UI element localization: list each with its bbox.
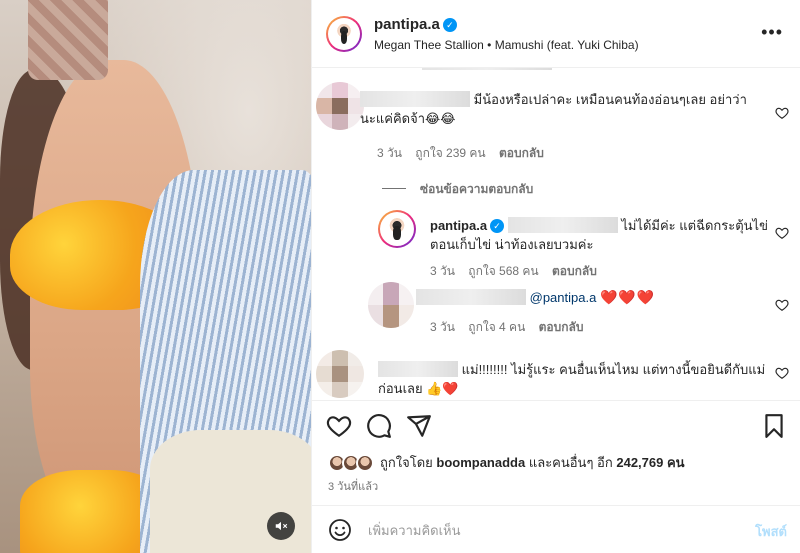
reply-item: @pantipa.a ❤️❤️❤️ 3 วัน ถูกใจ 4 คน ตอบกล… xyxy=(312,282,800,338)
likes-count[interactable]: 242,769 คน xyxy=(616,452,684,473)
reply-meta: 3 วัน ถูกใจ 568 คน ตอบกลับ xyxy=(430,262,607,281)
audio-track[interactable]: Megan Thee Stallion • Mamushi (feat. Yuk… xyxy=(374,38,639,52)
blurred-text xyxy=(422,68,552,70)
commenter-avatar-blurred[interactable] xyxy=(316,82,364,130)
post-header: pantipa.a ✓ Megan Thee Stallion • Mamushi… xyxy=(312,0,800,68)
like-comment-heart-icon[interactable] xyxy=(775,226,789,240)
speaker-muted-icon xyxy=(275,521,288,531)
comment-bubble-icon[interactable] xyxy=(366,413,392,439)
author-username-row[interactable]: pantipa.a ✓ xyxy=(374,16,457,33)
reply-text-block: pantipa.a ✓ ไม่ได้มีค่ะ แต่ฉีดกระตุ้นไข่ต… xyxy=(430,216,770,254)
reply-author-avatar[interactable] xyxy=(378,210,416,248)
save-bookmark-icon[interactable] xyxy=(761,413,787,439)
author-avatar[interactable] xyxy=(326,16,362,52)
blurred-username xyxy=(378,361,458,377)
comment-time[interactable]: 3 วัน xyxy=(377,146,402,160)
post-comment-button[interactable]: โพสต์ xyxy=(755,521,787,542)
likes-summary[interactable]: ถูกใจโดย boompanadda และคนอื่นๆ อีก 242,… xyxy=(328,452,685,473)
reply-button[interactable]: ตอบกลับ xyxy=(499,146,544,160)
add-comment-input[interactable] xyxy=(368,516,728,544)
comment-text-block: มีน้องหรือเปล่าคะ เหมือนคนท้องอ่อนๆเลย อ… xyxy=(360,90,760,128)
reply-time[interactable]: 3 วัน xyxy=(430,264,455,278)
commenter-avatar-blurred[interactable] xyxy=(316,350,364,398)
comment-likes[interactable]: ถูกใจ 239 คน xyxy=(415,146,485,160)
mute-button[interactable] xyxy=(267,512,295,540)
more-options-button[interactable]: ••• xyxy=(761,22,783,43)
hide-replies-button[interactable]: ซ่อนข้อความตอบกลับ xyxy=(382,180,533,199)
reply-username[interactable]: pantipa.a xyxy=(430,218,487,233)
comment-text-block: แม่!!!!!!!! ไม่รู้แระ คนอื่นเห็นไหม แต่ท… xyxy=(378,360,768,398)
reply-button[interactable]: ตอบกลับ xyxy=(539,320,584,334)
media-phone xyxy=(28,0,108,80)
post-media[interactable] xyxy=(0,0,311,553)
comment-item: แม่!!!!!!!! ไม่รู้แระ คนอื่นเห็นไหม แต่ท… xyxy=(312,350,800,400)
post-panel: pantipa.a ✓ Megan Thee Stallion • Mamushi… xyxy=(311,0,800,553)
like-comment-heart-icon[interactable] xyxy=(775,366,789,380)
liker-avatars xyxy=(328,453,374,472)
red-hearts: ❤️❤️❤️ xyxy=(599,289,656,305)
replier-avatar-blurred[interactable] xyxy=(368,282,414,328)
reply-meta: 3 วัน ถูกใจ 4 คน ตอบกลับ xyxy=(430,318,594,337)
reply-item: pantipa.a ✓ ไม่ได้มีค่ะ แต่ฉีดกระตุ้นไข่ต… xyxy=(312,210,800,280)
emoji-icon[interactable] xyxy=(328,518,352,542)
reply-likes[interactable]: ถูกใจ 4 คน xyxy=(468,320,525,334)
clipped-comment xyxy=(312,68,800,74)
post-actions xyxy=(312,400,800,450)
reply-time[interactable]: 3 วัน xyxy=(430,320,455,334)
like-comment-heart-icon[interactable] xyxy=(775,298,789,312)
likes-middle: และคนอื่นๆ อีก xyxy=(528,455,613,470)
comment-item: มีน้องหรือเปล่าคะ เหมือนคนท้องอ่อนๆเลย อ… xyxy=(312,82,800,172)
likes-prefix: ถูกใจโดย xyxy=(380,455,433,470)
blurred-username xyxy=(416,289,526,305)
liker-username[interactable]: boompanadda xyxy=(436,455,525,470)
reply-likes[interactable]: ถูกใจ 568 คน xyxy=(468,264,538,278)
reply-text-block: @pantipa.a ❤️❤️❤️ xyxy=(416,288,756,307)
comment-composer: โพสต์ xyxy=(312,505,800,553)
share-paper-plane-icon[interactable] xyxy=(406,413,432,439)
blurred-mention xyxy=(507,217,618,233)
mention-link[interactable]: @pantipa.a xyxy=(530,290,597,305)
verified-badge-icon: ✓ xyxy=(442,18,457,32)
reply-button[interactable]: ตอบกลับ xyxy=(552,264,597,278)
more-horizontal-icon: ••• xyxy=(761,22,783,42)
author-username[interactable]: pantipa.a xyxy=(374,16,440,33)
comment-meta: 3 วัน ถูกใจ 239 คน ตอบกลับ xyxy=(377,144,554,163)
verified-badge-icon: ✓ xyxy=(490,219,505,233)
like-comment-heart-icon[interactable] xyxy=(775,106,789,120)
post-time-ago[interactable]: 3 วันที่แล้ว xyxy=(328,477,378,495)
like-heart-icon[interactable] xyxy=(326,413,352,439)
blurred-username xyxy=(360,91,470,107)
comments-list[interactable]: มีน้องหรือเปล่าคะ เหมือนคนท้องอ่อนๆเลย อ… xyxy=(312,68,800,400)
